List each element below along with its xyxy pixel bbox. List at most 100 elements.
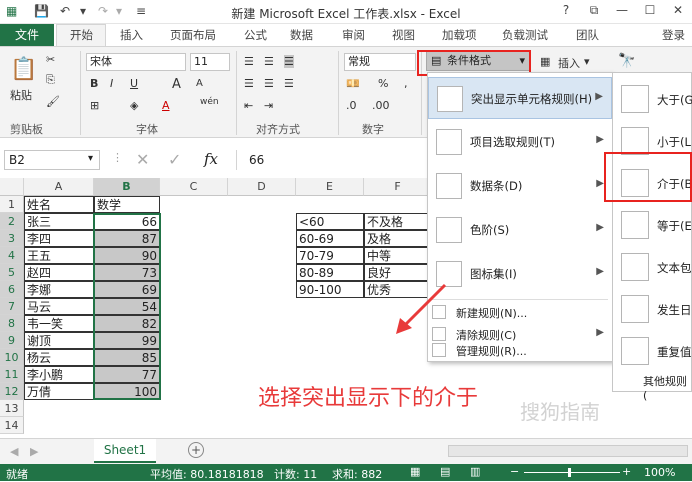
cell-b[interactable]: 数学 [94,196,160,213]
tab-insert[interactable]: 插入 [120,27,143,43]
row-header[interactable]: 12 [0,383,24,400]
cell-a[interactable]: 姓名 [24,196,94,213]
underline-button[interactable]: U [130,77,138,90]
col-header-a[interactable]: A [24,178,94,196]
cell-a[interactable]: 李四 [24,230,94,247]
row-header[interactable]: 9 [0,332,24,349]
formula-input[interactable]: 66 [236,150,426,170]
cell-a[interactable]: 王五 [24,247,94,264]
tab-data[interactable]: 数据 [290,27,313,43]
page-break-view-icon[interactable]: ▥ [470,465,480,478]
submenu-item-duplicate-values[interactable]: 重复值 [613,331,692,371]
login-link[interactable]: 登录 [662,27,685,43]
cell-a[interactable]: 赵四 [24,264,94,281]
cell-a[interactable]: 谢顶 [24,332,94,349]
minimize-icon[interactable]: — [612,3,632,17]
row-header[interactable]: 7 [0,298,24,315]
row-header[interactable]: 2 [0,213,24,230]
tab-addins[interactable]: 加载项 [442,27,477,43]
cell-a[interactable]: 万倩 [24,383,94,400]
zoom-out-icon[interactable]: − [510,465,519,478]
cell-e[interactable]: 80-89 [296,264,364,281]
tab-file[interactable]: 文件 [0,24,54,46]
align-middle-icon[interactable]: ☰ [264,55,274,68]
menu-item-highlight-rules[interactable]: 突出显示单元格规则(H) ▶ [428,77,612,119]
submenu-item-greater-than[interactable]: 大于(G [613,79,692,119]
add-sheet-button[interactable]: + [188,442,204,458]
phonetic-button[interactable]: wén [200,97,219,107]
submenu-item-date-occurring[interactable]: 发生日 [613,289,692,329]
tab-review[interactable]: 审阅 [342,27,365,43]
cell-a[interactable]: 韦一笑 [24,315,94,332]
select-all-corner[interactable] [0,178,24,196]
menu-item-manage-rules[interactable]: 管理规则(R)... [428,339,612,361]
bold-button[interactable]: B [90,77,98,90]
cut-icon[interactable]: ✂ [46,53,55,66]
fill-color-icon[interactable]: ◈ [130,99,138,112]
cell-a[interactable]: 马云 [24,298,94,315]
italic-button[interactable]: I [110,77,113,90]
align-bottom-icon[interactable]: ☰ [284,55,294,68]
scroll-left-icon[interactable]: ◀ [10,445,18,458]
paste-button[interactable]: 粘贴 [10,87,32,103]
name-box[interactable]: B2 [4,150,100,170]
cell-f[interactable]: 不及格 [364,213,428,230]
tab-view[interactable]: 视图 [392,27,415,43]
ribbon-display-icon[interactable]: ⧉ [584,3,604,18]
font-size-combo[interactable]: 11 [190,53,230,71]
cancel-icon[interactable]: ✕ [136,150,149,169]
scroll-right-icon[interactable]: ▶ [30,445,38,458]
paste-icon[interactable]: 📋 [10,57,37,82]
shrink-font-button[interactable]: A [196,78,203,89]
cell-a[interactable]: 李娜 [24,281,94,298]
menu-item-color-scales[interactable]: 色阶(S) ▶ [428,209,612,251]
zoom-slider-thumb[interactable] [568,468,571,477]
submenu-item-more-rules[interactable]: 其他规则( [643,373,691,402]
page-layout-view-icon[interactable]: ▤ [440,465,450,478]
row-header[interactable]: 13 [0,400,24,417]
col-header-e[interactable]: E [296,178,364,196]
col-header-f[interactable]: F [364,178,432,196]
tab-load-test[interactable]: 负载测试 [502,27,548,43]
normal-view-icon[interactable]: ▦ [410,465,420,478]
number-format-combo[interactable]: 常规 [344,53,416,71]
decrease-indent-icon[interactable]: ⇤ [244,99,253,112]
horizontal-scrollbar[interactable] [448,445,688,457]
close-icon[interactable]: ✕ [668,3,688,17]
increase-indent-icon[interactable]: ⇥ [264,99,273,112]
comma-button[interactable]: , [404,77,408,90]
maximize-icon[interactable]: ☐ [640,3,660,17]
percent-button[interactable]: % [378,77,388,90]
row-header[interactable]: 10 [0,349,24,366]
cell-e[interactable]: 70-79 [296,247,364,264]
cell-f[interactable]: 良好 [364,264,428,281]
cell-a[interactable]: 张三 [24,213,94,230]
row-header[interactable]: 11 [0,366,24,383]
cell-e[interactable]: 60-69 [296,230,364,247]
zoom-in-icon[interactable]: + [622,465,631,478]
font-name-combo[interactable]: 宋体 [86,53,186,71]
col-header-c[interactable]: C [160,178,228,196]
cell-f[interactable]: 及格 [364,230,428,247]
menu-item-icon-sets[interactable]: 图标集(I) ▶ [428,253,612,295]
find-icon[interactable]: 🔭 [618,53,635,69]
row-header[interactable]: 1 [0,196,24,213]
align-top-icon[interactable]: ☰ [244,55,254,68]
cell-e[interactable]: 90-100 [296,281,364,298]
borders-icon[interactable]: ⊞ [90,99,99,112]
zoom-level[interactable]: 100% [644,466,675,479]
row-header[interactable]: 3 [0,230,24,247]
col-header-d[interactable]: D [228,178,296,196]
tab-formulas[interactable]: 公式 [244,27,267,43]
row-header[interactable]: 4 [0,247,24,264]
row-header[interactable]: 14 [0,417,24,434]
align-right-icon[interactable]: ☰ [284,77,294,90]
menu-item-new-rule[interactable]: 新建规则(N)... [428,301,612,323]
col-header-b[interactable]: B [94,178,160,196]
tab-home[interactable]: 开始 [70,27,93,43]
align-left-icon[interactable]: ☰ [244,77,254,90]
cell-f[interactable]: 中等 [364,247,428,264]
grow-font-button[interactable]: A [172,77,181,92]
format-painter-icon[interactable]: 🖌 [46,95,60,108]
confirm-icon[interactable]: ✓ [168,150,181,169]
